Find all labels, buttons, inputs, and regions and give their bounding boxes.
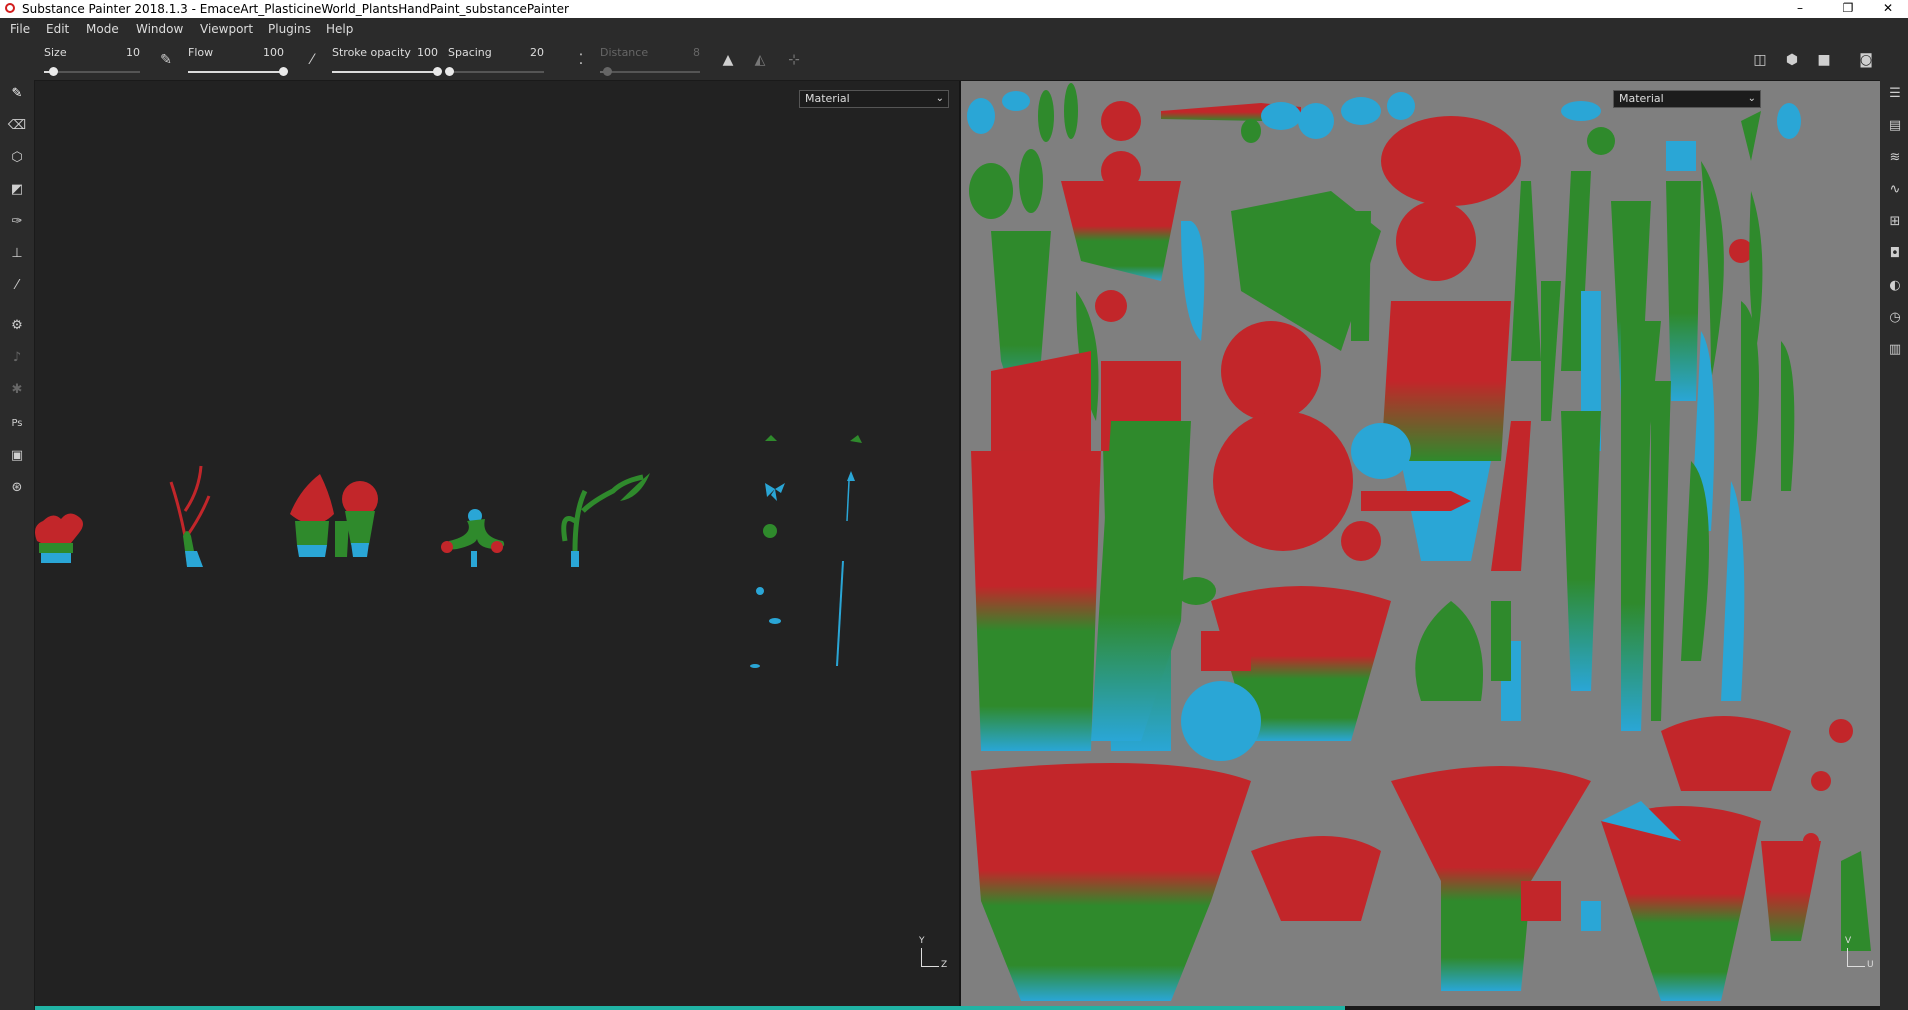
- bell-icon[interactable]: ♪: [7, 348, 27, 368]
- shelf-icon[interactable]: ⊞: [1885, 212, 1905, 232]
- menu-plugins[interactable]: Plugins: [268, 22, 311, 36]
- viewport-2d-channel-select[interactable]: Material ⌄: [1613, 90, 1761, 108]
- display-settings-icon[interactable]: ◘: [1885, 244, 1905, 264]
- paint-brush-icon[interactable]: ✎: [7, 84, 27, 104]
- color-picker-icon[interactable]: ⁄: [7, 276, 27, 296]
- plant-model-7: [836, 435, 862, 667]
- export-textures-icon[interactable]: ▣: [7, 446, 27, 466]
- chevron-down-icon: ⌄: [935, 93, 944, 104]
- maximize-button[interactable]: ❐: [1828, 0, 1868, 18]
- menu-bar: File Edit Mode Window Viewport Plugins H…: [0, 18, 1908, 40]
- spacing-value[interactable]: 20: [530, 46, 544, 59]
- shader-settings-icon[interactable]: ◐: [1885, 276, 1905, 296]
- chevron-down-icon: ⌄: [1747, 93, 1756, 104]
- distance-label: Distance: [600, 46, 649, 59]
- tools-sidebar: ✎ ⌫ ⬡ ◩ ✑ ⊥ ⁄ ⚙ ♪ ✱ Ps ▣ ⊛: [0, 80, 35, 1010]
- clone-stamp-icon[interactable]: ⊥: [7, 244, 27, 264]
- substance-painter-logo-icon: [5, 3, 15, 13]
- size-pen-pressure-icon[interactable]: ✎: [156, 50, 176, 70]
- viewport-2d[interactable]: Material ⌄ V U: [961, 81, 1880, 1006]
- flow-value[interactable]: 100: [263, 46, 284, 59]
- axis-v-label: V: [1845, 936, 1852, 946]
- axis-y-label: Y: [919, 936, 925, 946]
- projection-icon[interactable]: ⬡: [7, 148, 27, 168]
- symmetry-icon[interactable]: ▲: [718, 50, 738, 70]
- menu-file[interactable]: File: [10, 22, 30, 36]
- close-button[interactable]: ✕: [1868, 0, 1908, 18]
- uv-texture-atlas: [967, 83, 1871, 1001]
- polygon-fill-icon[interactable]: ◩: [7, 180, 27, 200]
- viewport-3d[interactable]: Material ⌄ Y Z: [35, 81, 959, 1006]
- plant-model-4: [441, 509, 505, 567]
- viewport-3d-channel-select[interactable]: Material ⌄: [799, 90, 949, 108]
- flow-label: Flow: [188, 46, 214, 59]
- menu-window[interactable]: Window: [136, 22, 183, 36]
- smudge-icon[interactable]: ✑: [7, 212, 27, 232]
- plant-model-6: [750, 435, 785, 668]
- distance-value[interactable]: 8: [693, 46, 700, 59]
- bake-icon[interactable]: ⚙: [7, 316, 27, 336]
- symmetry-mirror-icon[interactable]: ◭: [750, 50, 770, 70]
- menu-viewport[interactable]: Viewport: [200, 22, 253, 36]
- flow-slider[interactable]: Flow 100: [188, 46, 288, 76]
- stroke-opacity-label: Stroke opacity: [332, 46, 411, 59]
- plant-model-2: [169, 465, 211, 567]
- texture-set-settings-icon[interactable]: ▤: [1885, 116, 1905, 136]
- flow-pen-pressure-icon[interactable]: ⁄: [302, 50, 322, 70]
- title-bar: Substance Painter 2018.1.3 - EmaceArt_Pl…: [0, 0, 1908, 18]
- viewport-3d-scene: [35, 435, 862, 668]
- view-3d-cube-icon[interactable]: ⬢: [1782, 50, 1802, 70]
- progress-bar: [35, 1006, 1345, 1010]
- settings-gear-icon[interactable]: ✱: [7, 380, 27, 400]
- size-label: Size: [44, 46, 67, 59]
- plant-model-3: [290, 474, 378, 557]
- symmetry-axis-icon[interactable]: ⊹: [784, 50, 804, 70]
- spacing-slider[interactable]: Spacing 20: [444, 46, 544, 76]
- menu-edit[interactable]: Edit: [46, 22, 69, 36]
- stroke-opacity-slider[interactable]: Stroke opacity 100: [332, 46, 442, 76]
- properties-icon[interactable]: ∿: [1885, 180, 1905, 200]
- channel-select-value: Material: [805, 92, 850, 105]
- layers-icon[interactable]: ≋: [1885, 148, 1905, 168]
- axis-u-label: U: [1867, 960, 1874, 970]
- log-icon[interactable]: ▥: [1885, 340, 1905, 360]
- lazy-mouse-icon[interactable]: ⁚: [571, 50, 591, 70]
- panels-sidebar: ☰ ▤ ≋ ∿ ⊞ ◘ ◐ ◷ ▥: [1880, 80, 1908, 1010]
- size-value[interactable]: 10: [126, 46, 140, 59]
- stroke-opacity-value[interactable]: 100: [417, 46, 438, 59]
- photoshop-export-icon[interactable]: Ps: [7, 414, 27, 434]
- camera-icon[interactable]: ■: [1814, 50, 1834, 70]
- eraser-icon[interactable]: ⌫: [7, 116, 27, 136]
- history-icon[interactable]: ◷: [1885, 308, 1905, 328]
- spacing-label: Spacing: [448, 46, 492, 59]
- minimize-button[interactable]: –: [1780, 0, 1820, 18]
- distance-slider[interactable]: Distance 8: [600, 46, 700, 76]
- screenshot-icon[interactable]: ◙: [1856, 50, 1876, 70]
- plant-model-1: [35, 513, 83, 563]
- texture-set-list-icon[interactable]: ☰: [1885, 84, 1905, 104]
- view-split-icon[interactable]: ◫: [1750, 50, 1770, 70]
- channel-select-value: Material: [1619, 92, 1664, 105]
- tool-properties-bar: Size 10 ✎ Flow 100 ⁄ Stroke opacity 100 …: [0, 40, 1908, 81]
- menu-mode[interactable]: Mode: [86, 22, 119, 36]
- menu-help[interactable]: Help: [326, 22, 353, 36]
- plant-model-5: [561, 473, 650, 567]
- plugin-settings-icon[interactable]: ⊛: [7, 478, 27, 498]
- size-slider[interactable]: Size 10: [44, 46, 140, 76]
- axis-z-label: Z: [941, 960, 948, 970]
- status-bar: [35, 1006, 1880, 1010]
- window-title: Substance Painter 2018.1.3 - EmaceArt_Pl…: [22, 2, 569, 16]
